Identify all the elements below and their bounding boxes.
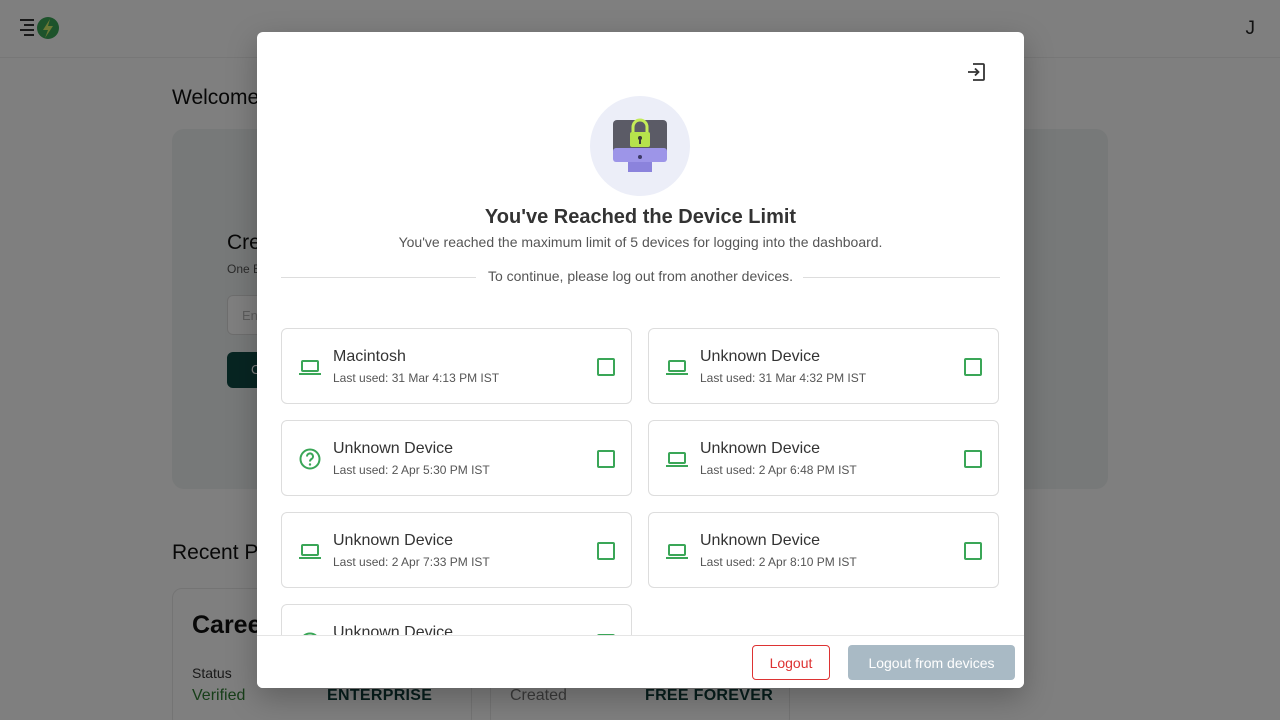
- device-card[interactable]: Unknown Device Last used: 2 Apr 5:30 PM …: [281, 420, 632, 496]
- divider-with-text: To continue, please log out from another…: [281, 268, 1000, 286]
- device-last-used: Last used: 2 Apr 7:33 PM IST: [333, 555, 490, 569]
- device-checkbox[interactable]: [597, 358, 615, 376]
- laptop-icon: [299, 360, 321, 375]
- divider-line: [803, 277, 1000, 278]
- device-card[interactable]: Unknown Device Last used: 2 Apr 7:33 PM …: [281, 512, 632, 588]
- modal-description: You've reached the maximum limit of 5 de…: [398, 234, 883, 250]
- monitor-lock-icon: [613, 118, 667, 172]
- device-lock-illustration: [590, 96, 690, 196]
- question-icon: [299, 448, 321, 470]
- device-last-used: Last used: 31 Mar 4:13 PM IST: [333, 371, 500, 385]
- device-name: Unknown Device: [333, 440, 454, 457]
- device-name: Macintosh: [333, 348, 406, 365]
- modal-title: You've Reached the Device Limit: [484, 206, 797, 228]
- device-last-used: Last used: 31 Mar 4:32 PM IST: [700, 371, 867, 385]
- divider-text: To continue, please log out from another…: [487, 268, 794, 284]
- laptop-icon: [299, 544, 321, 559]
- logout-from-devices-button[interactable]: Logout from devices: [848, 645, 1015, 680]
- laptop-icon: [666, 452, 688, 467]
- device-card[interactable]: Unknown Device Last used: 2 Apr 8:10 PM …: [648, 512, 999, 588]
- device-checkbox[interactable]: [597, 542, 615, 560]
- device-name: Unknown Device: [700, 440, 821, 457]
- laptop-icon: [666, 544, 688, 559]
- device-card[interactable]: Macintosh Last used: 31 Mar 4:13 PM IST: [281, 328, 632, 404]
- device-last-used: Last used: 2 Apr 5:30 PM IST: [333, 463, 490, 477]
- device-last-used: Last used: 2 Apr 6:48 PM IST: [700, 463, 857, 477]
- device-last-used: Last used: 2 Apr 8:10 PM IST: [700, 555, 857, 569]
- device-checkbox[interactable]: [964, 450, 982, 468]
- logout-button[interactable]: Logout: [752, 645, 830, 680]
- device-name: Unknown Device: [700, 348, 821, 365]
- device-checkbox[interactable]: [964, 358, 982, 376]
- laptop-icon: [666, 360, 688, 375]
- device-checkbox[interactable]: [597, 450, 615, 468]
- device-limit-modal: You've Reached the Device Limit You've r…: [257, 32, 1024, 688]
- device-name: Unknown Device: [333, 532, 454, 549]
- device-card[interactable]: Unknown Device Last used: 31 Mar 4:32 PM…: [648, 328, 999, 404]
- device-checkbox[interactable]: [964, 542, 982, 560]
- device-name: Unknown Device: [333, 624, 454, 635]
- device-name: Unknown Device: [700, 532, 821, 549]
- device-list[interactable]: Macintosh Last used: 31 Mar 4:13 PM IST …: [257, 328, 1024, 635]
- device-card[interactable]: Unknown Device Last used: 2 Apr 6:48 PM …: [648, 420, 999, 496]
- device-card[interactable]: Unknown Device: [281, 604, 632, 635]
- modal-footer: Logout Logout from devices: [257, 635, 1024, 688]
- exit-icon[interactable]: [965, 61, 987, 83]
